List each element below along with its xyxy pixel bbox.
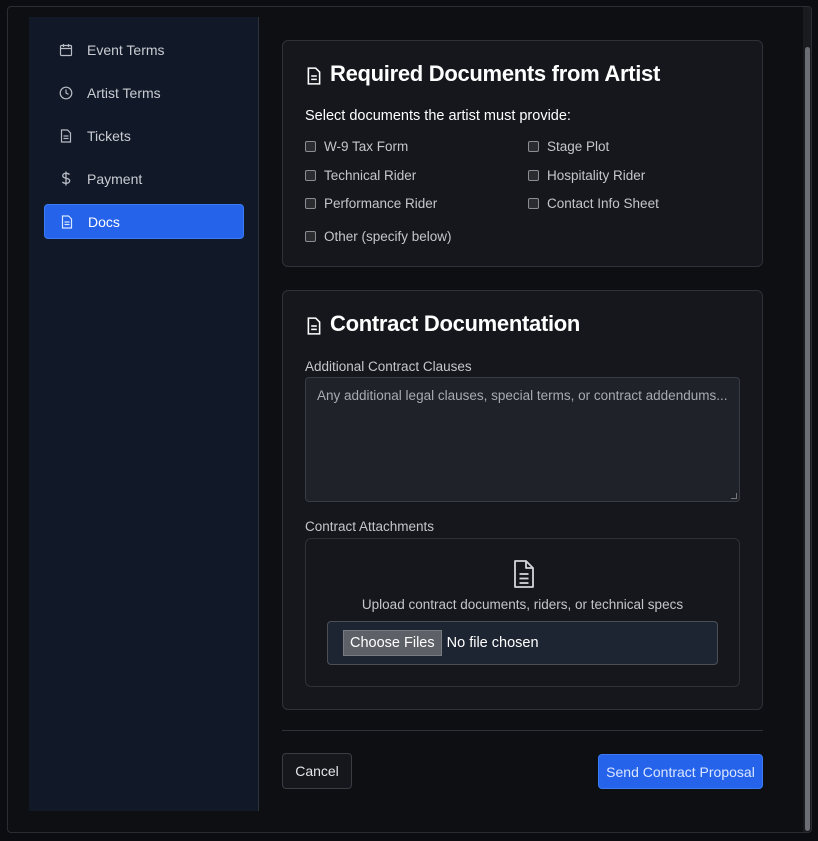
checkbox[interactable] bbox=[305, 141, 316, 152]
sidebar-item-payment[interactable]: Payment bbox=[44, 161, 244, 196]
scrollbar[interactable] bbox=[803, 7, 811, 832]
clauses-label: Additional Contract Clauses bbox=[305, 359, 472, 374]
checkbox-w9-tax-form[interactable]: W-9 Tax Form bbox=[305, 139, 408, 154]
scrollbar-thumb[interactable] bbox=[805, 47, 810, 831]
cancel-button[interactable]: Cancel bbox=[282, 753, 352, 789]
resize-handle[interactable] bbox=[731, 493, 737, 499]
sidebar-item-label: Payment bbox=[87, 170, 143, 187]
checkbox-performance-rider[interactable]: Performance Rider bbox=[305, 196, 437, 211]
choose-files-button[interactable]: Choose Files bbox=[343, 630, 442, 656]
checkbox[interactable] bbox=[305, 198, 316, 209]
contract-documentation-title: Contract Documentation bbox=[305, 311, 580, 337]
sidebar-item-label: Artist Terms bbox=[87, 84, 161, 101]
checkbox-label: Stage Plot bbox=[547, 139, 610, 154]
checkbox-label: Performance Rider bbox=[324, 196, 438, 211]
document-icon bbox=[59, 128, 73, 143]
textarea-placeholder: Any additional legal clauses, special te… bbox=[317, 388, 728, 403]
sidebar: Event Terms Artist Terms Tickets Payment… bbox=[29, 17, 259, 811]
document-icon bbox=[305, 315, 323, 335]
sidebar-item-label: Tickets bbox=[87, 127, 131, 144]
document-icon bbox=[305, 65, 323, 85]
sidebar-item-label: Docs bbox=[88, 213, 120, 230]
sidebar-item-label: Event Terms bbox=[87, 41, 165, 58]
file-icon bbox=[511, 559, 537, 589]
sidebar-item-docs[interactable]: Docs bbox=[44, 204, 244, 239]
required-documents-card: Required Documents from Artist Select do… bbox=[282, 40, 763, 267]
calendar-icon bbox=[59, 43, 73, 57]
checkbox-stage-plot[interactable]: Stage Plot bbox=[528, 139, 609, 154]
checkbox-other[interactable]: Other (specify below) bbox=[305, 229, 452, 244]
contract-documentation-card: Contract Documentation Additional Contra… bbox=[282, 290, 763, 710]
checkbox-label: W-9 Tax Form bbox=[324, 139, 409, 154]
file-input[interactable]: Choose Files No file chosen bbox=[327, 621, 718, 665]
additional-clauses-textarea[interactable]: Any additional legal clauses, special te… bbox=[305, 377, 740, 502]
sidebar-item-tickets[interactable]: Tickets bbox=[44, 118, 244, 153]
checkbox-label: Contact Info Sheet bbox=[547, 196, 659, 211]
attachment-dropzone[interactable]: Upload contract documents, riders, or te… bbox=[305, 538, 740, 687]
checkbox[interactable] bbox=[528, 170, 539, 181]
checkbox-label: Hospitality Rider bbox=[547, 168, 646, 183]
send-contract-proposal-button[interactable]: Send Contract Proposal bbox=[598, 754, 763, 789]
checkbox-contact-info-sheet[interactable]: Contact Info Sheet bbox=[528, 196, 659, 211]
checkbox-label: Other (specify below) bbox=[324, 229, 452, 244]
attachments-label: Contract Attachments bbox=[305, 519, 435, 534]
checkbox[interactable] bbox=[528, 198, 539, 209]
footer-divider bbox=[282, 730, 763, 731]
contract-proposal-modal: Event Terms Artist Terms Tickets Payment… bbox=[7, 6, 812, 833]
document-icon bbox=[60, 214, 74, 229]
checkbox-label: Technical Rider bbox=[324, 168, 417, 183]
file-status: No file chosen bbox=[446, 635, 539, 651]
checkbox[interactable] bbox=[528, 141, 539, 152]
sidebar-item-event-terms[interactable]: Event Terms bbox=[44, 32, 244, 67]
checkbox[interactable] bbox=[305, 170, 316, 181]
upload-instructions: Upload contract documents, riders, or te… bbox=[361, 597, 684, 612]
sidebar-item-artist-terms[interactable]: Artist Terms bbox=[44, 75, 244, 110]
required-documents-prompt: Select documents the artist must provide… bbox=[305, 108, 571, 124]
dollar-icon bbox=[59, 171, 73, 186]
clock-icon bbox=[59, 86, 73, 100]
checkbox[interactable] bbox=[305, 231, 316, 242]
checkbox-technical-rider[interactable]: Technical Rider bbox=[305, 168, 416, 183]
required-documents-title: Required Documents from Artist bbox=[305, 61, 660, 87]
checkbox-hospitality-rider[interactable]: Hospitality Rider bbox=[528, 168, 645, 183]
